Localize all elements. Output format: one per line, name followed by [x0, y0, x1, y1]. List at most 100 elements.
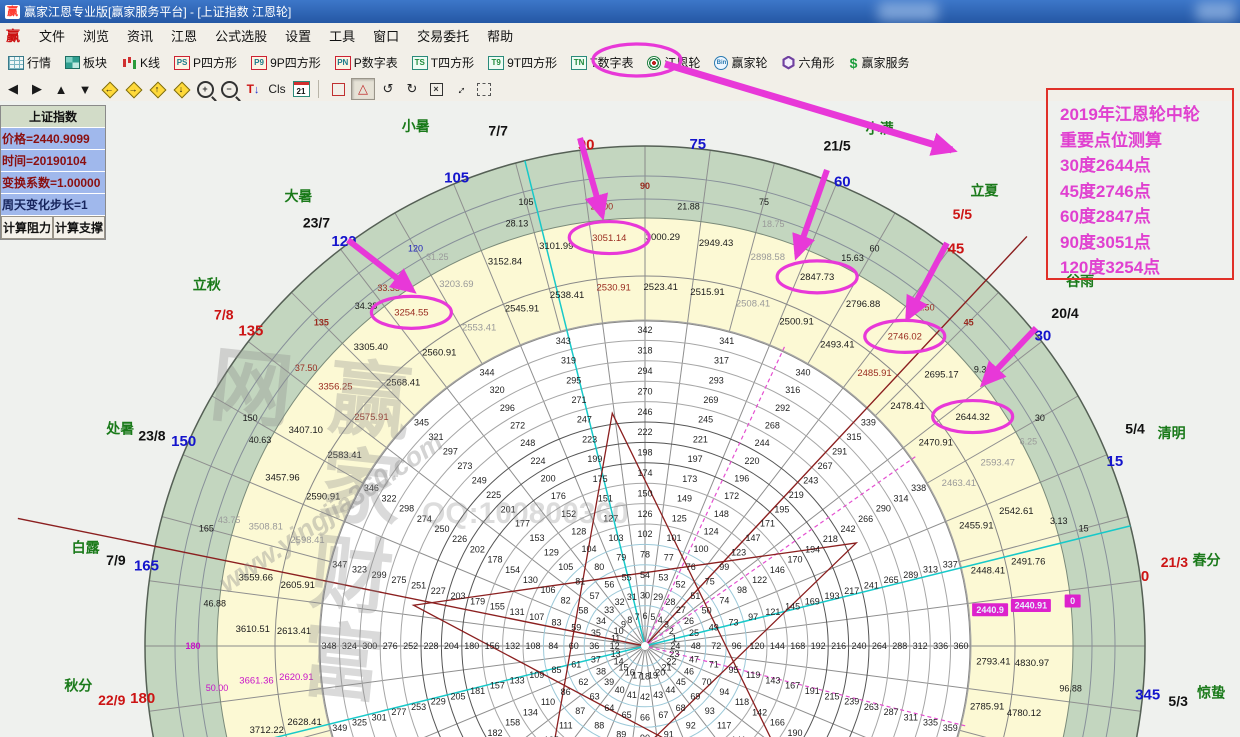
- toolbar-button-赢家轮[interactable]: Bin赢家轮: [708, 52, 773, 73]
- svg-text:335: 335: [923, 718, 938, 728]
- svg-text:197: 197: [688, 454, 703, 464]
- rect-tool-button[interactable]: [327, 79, 349, 99]
- term-date-label: 21/5: [823, 138, 850, 154]
- panel-button-计算阻力[interactable]: 计算阻力: [1, 216, 53, 239]
- toolbar-button-9T四方形[interactable]: T99T四方形: [482, 52, 563, 73]
- app-window: 赢 赢家江恩专业版[赢家服务平台] - [上证指数 江恩轮] 赢 文件浏览资讯江…: [0, 0, 1240, 737]
- svg-text:204: 204: [444, 641, 459, 651]
- cls-button[interactable]: Cls: [266, 79, 288, 99]
- converge-tool-button[interactable]: ↔: [449, 79, 471, 99]
- toolbar-button-行情[interactable]: 行情: [2, 52, 57, 73]
- svg-text:150: 150: [637, 488, 652, 498]
- toolbar-button-六角形[interactable]: 六角形: [776, 52, 841, 73]
- svg-text:2545.91: 2545.91: [505, 303, 539, 314]
- nav-up-button[interactable]: ▲: [50, 79, 72, 99]
- solar-term-label: 惊蛰: [1196, 684, 1225, 700]
- nav-left-button[interactable]: ◀: [2, 79, 24, 99]
- calendar-button[interactable]: 21: [290, 79, 312, 99]
- term-date-label: 23/7: [303, 214, 330, 230]
- menu-item-帮助[interactable]: 帮助: [478, 27, 522, 46]
- svg-text:222: 222: [637, 427, 652, 437]
- solar-term-label: 小满: [866, 121, 894, 137]
- svg-text:64: 64: [604, 703, 614, 713]
- svg-text:74: 74: [719, 595, 729, 605]
- triangle-tool-button[interactable]: △: [351, 78, 375, 100]
- toolbar-button-板块[interactable]: 板块: [59, 52, 113, 73]
- svg-text:40: 40: [615, 685, 625, 695]
- step-right-button[interactable]: →: [122, 79, 144, 99]
- svg-text:245: 245: [698, 415, 713, 425]
- menu-item-设置[interactable]: 设置: [276, 27, 320, 46]
- svg-text:38: 38: [596, 667, 606, 677]
- svg-text:103: 103: [608, 533, 623, 543]
- box-x-tool-button[interactable]: ×: [425, 79, 447, 99]
- svg-text:15: 15: [1079, 524, 1089, 534]
- toolbar-button-T四方形[interactable]: TST四方形: [406, 52, 480, 73]
- rotate-cw-button[interactable]: ↻: [401, 79, 423, 99]
- svg-text:182: 182: [487, 728, 502, 737]
- svg-text:25: 25: [689, 628, 699, 638]
- nav-down-button[interactable]: ▼: [74, 79, 96, 99]
- svg-text:132: 132: [505, 641, 520, 651]
- svg-text:345: 345: [414, 418, 429, 428]
- panel-button-计算支撑[interactable]: 计算支撑: [53, 216, 105, 239]
- toolbar-button-P四方形[interactable]: PSP四方形: [168, 52, 243, 73]
- svg-text:131: 131: [510, 607, 525, 617]
- svg-text:155: 155: [490, 602, 505, 612]
- svg-text:296: 296: [500, 403, 515, 413]
- svg-text:2491.76: 2491.76: [1011, 556, 1045, 567]
- svg-text:2500.91: 2500.91: [779, 316, 813, 327]
- svg-text:50.00: 50.00: [206, 683, 229, 693]
- menu-item-工具[interactable]: 工具: [320, 27, 364, 46]
- svg-text:272: 272: [510, 420, 525, 430]
- solar-term-label: 处暑: [105, 421, 134, 437]
- svg-text:127: 127: [603, 513, 618, 523]
- select-box-tool-button[interactable]: [473, 79, 495, 99]
- svg-text:55: 55: [622, 572, 632, 582]
- toolbar-button-T数字表[interactable]: TNT数字表: [565, 52, 639, 73]
- svg-text:2515.91: 2515.91: [690, 287, 724, 298]
- svg-text:346: 346: [364, 483, 379, 493]
- toolbar-button-P数字表[interactable]: PNP数字表: [329, 52, 404, 73]
- toolbar-button-赢家服务[interactable]: $赢家服务: [843, 52, 916, 73]
- menu-item-文件[interactable]: 文件: [30, 27, 74, 46]
- svg-text:253: 253: [411, 702, 426, 712]
- menu-item-公式选股[interactable]: 公式选股: [206, 27, 276, 46]
- toolbar-button-9P四方形[interactable]: P99P四方形: [245, 52, 327, 73]
- svg-text:153: 153: [529, 533, 544, 543]
- menu-item-浏览[interactable]: 浏览: [74, 27, 118, 46]
- nav-right-button[interactable]: ▶: [26, 79, 48, 99]
- zoom-in-button[interactable]: +: [194, 79, 216, 99]
- svg-text:3559.66: 3559.66: [239, 573, 273, 584]
- term-date-label: 7/9: [106, 552, 126, 568]
- svg-text:2455.91: 2455.91: [959, 521, 993, 532]
- menu-item-江恩[interactable]: 江恩: [162, 27, 206, 46]
- svg-text:2583.41: 2583.41: [328, 450, 362, 461]
- rotate-ccw-button[interactable]: ↺: [377, 79, 399, 99]
- svg-text:25.00: 25.00: [591, 201, 614, 211]
- annotation-line: 120度3254点: [1060, 255, 1232, 281]
- step-left-button[interactable]: ←: [98, 79, 120, 99]
- toolbar-button-江恩轮[interactable]: 江恩轮: [641, 52, 706, 73]
- menu-item-窗口[interactable]: 窗口: [364, 27, 408, 46]
- svg-text:117: 117: [717, 720, 731, 730]
- svg-text:198: 198: [637, 448, 652, 458]
- toolbar-button-K线[interactable]: K线: [115, 52, 166, 73]
- svg-text:2598.41: 2598.41: [290, 535, 324, 546]
- toolbar-button-label: P四方形: [193, 54, 237, 71]
- svg-text:36: 36: [589, 641, 599, 651]
- highlighted-cell-value: 2440.91: [1015, 601, 1048, 611]
- degree-label: 120: [331, 233, 356, 250]
- instrument-name: 上证指数: [1, 106, 105, 128]
- menu-item-交易委托[interactable]: 交易委托: [408, 27, 478, 46]
- titlebar-blur: [1196, 2, 1236, 21]
- t-down-button[interactable]: T↓: [242, 79, 264, 99]
- step-down-button[interactable]: ↓: [170, 79, 192, 99]
- svg-text:228: 228: [423, 641, 438, 651]
- highlighted-cell-value: 2440.9: [976, 605, 1004, 615]
- toolbar-button-label: T四方形: [431, 54, 474, 71]
- t9-icon: T9: [488, 56, 504, 70]
- step-up-button[interactable]: ↑: [146, 79, 168, 99]
- zoom-out-button[interactable]: −: [218, 79, 240, 99]
- menu-item-资讯[interactable]: 资讯: [118, 27, 162, 46]
